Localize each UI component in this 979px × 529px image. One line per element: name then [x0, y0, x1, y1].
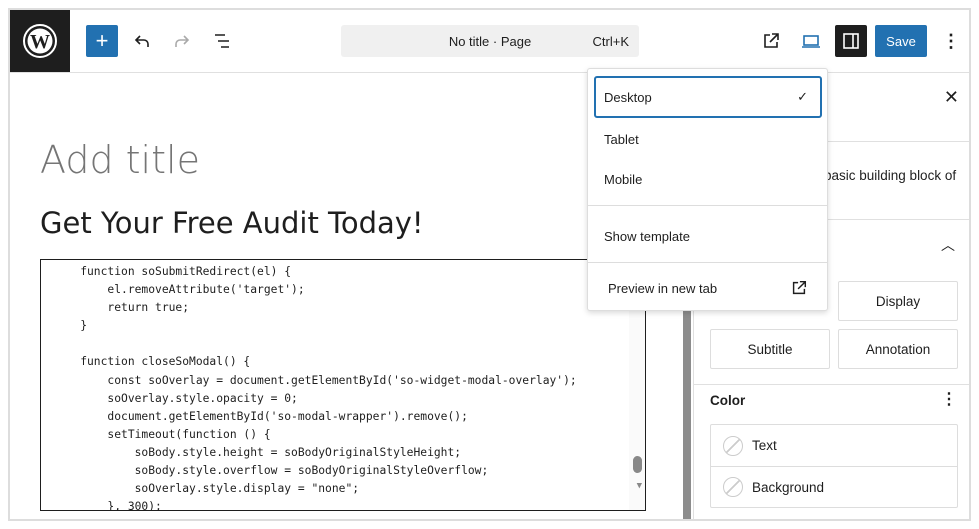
sidebar-icon [843, 33, 859, 49]
desktop-icon [802, 35, 820, 48]
block-description: basic building block of [824, 168, 957, 183]
editor-canvas: Add title Get Your Free Audit Today! fun… [10, 73, 683, 519]
more-vertical-icon: ⋮ [942, 30, 960, 51]
document-overview-button[interactable] [206, 25, 238, 57]
save-button[interactable]: Save [875, 25, 927, 57]
style-annotation-button[interactable]: Annotation [838, 329, 958, 369]
color-text-item[interactable]: Text [711, 425, 957, 466]
scrollbar-thumb[interactable] [633, 456, 642, 473]
color-swatch-icon [723, 435, 743, 456]
chevron-up-icon[interactable]: ︿ [941, 235, 955, 255]
menu-item-desktop[interactable]: Desktop ✓ [594, 76, 822, 118]
color-heading: Color [710, 393, 746, 408]
color-item-label: Background [752, 479, 825, 495]
color-item-label: Text [752, 438, 777, 453]
post-title-input[interactable]: Add title [40, 138, 200, 182]
menu-item-preview-new-tab[interactable]: Preview in new tab [594, 267, 822, 309]
divider [694, 384, 969, 385]
more-vertical-icon[interactable]: ⋮ [941, 389, 957, 409]
options-button[interactable]: ⋮ [935, 25, 967, 57]
style-display-button[interactable]: Display [838, 281, 958, 321]
divider [588, 262, 827, 263]
svg-text:W: W [30, 31, 50, 53]
preview-dropdown-menu: Desktop ✓ Tablet Mobile Show template Pre… [587, 68, 828, 311]
code-text[interactable]: function soSubmitRedirect(el) { el.remov… [53, 263, 577, 510]
code-block[interactable]: function soSubmitRedirect(el) { el.remov… [40, 259, 646, 511]
scroll-down-arrow-icon[interactable]: ▼ [637, 481, 642, 491]
divider [588, 205, 827, 206]
menu-item-tablet[interactable]: Tablet [594, 118, 822, 160]
heading-block[interactable]: Get Your Free Audit Today! [40, 206, 424, 240]
redo-icon [175, 35, 190, 47]
menu-item-label: Desktop [604, 89, 652, 105]
view-page-button[interactable] [755, 25, 787, 57]
close-icon[interactable]: ✕ [944, 87, 959, 108]
undo-icon [134, 35, 149, 47]
color-swatch-icon [723, 477, 743, 497]
top-toolbar: W + No title · Page Ctrl+K Save ⋮ [10, 10, 969, 73]
redo-button[interactable] [166, 25, 198, 57]
check-icon: ✓ [797, 89, 808, 104]
menu-item-label: Preview in new tab [608, 280, 718, 296]
wordpress-icon: W [23, 24, 57, 58]
external-link-icon [764, 33, 779, 48]
list-view-icon [215, 34, 229, 48]
add-block-button[interactable]: + [86, 25, 118, 57]
shortcut-hint: Ctrl+K [592, 34, 629, 49]
menu-item-mobile[interactable]: Mobile [594, 158, 822, 200]
color-background-item[interactable]: Background [711, 466, 957, 507]
color-list: Text Background [710, 424, 958, 508]
settings-sidebar-toggle[interactable] [835, 25, 867, 57]
wordpress-logo[interactable]: W [10, 10, 70, 72]
menu-item-show-template[interactable]: Show template [594, 215, 822, 257]
preview-device-button[interactable] [795, 25, 827, 57]
command-palette[interactable]: No title · Page Ctrl+K [341, 25, 639, 57]
plus-icon: + [95, 28, 109, 53]
external-link-icon [792, 280, 807, 295]
undo-button[interactable] [126, 25, 158, 57]
style-subtitle-button[interactable]: Subtitle [710, 329, 830, 369]
